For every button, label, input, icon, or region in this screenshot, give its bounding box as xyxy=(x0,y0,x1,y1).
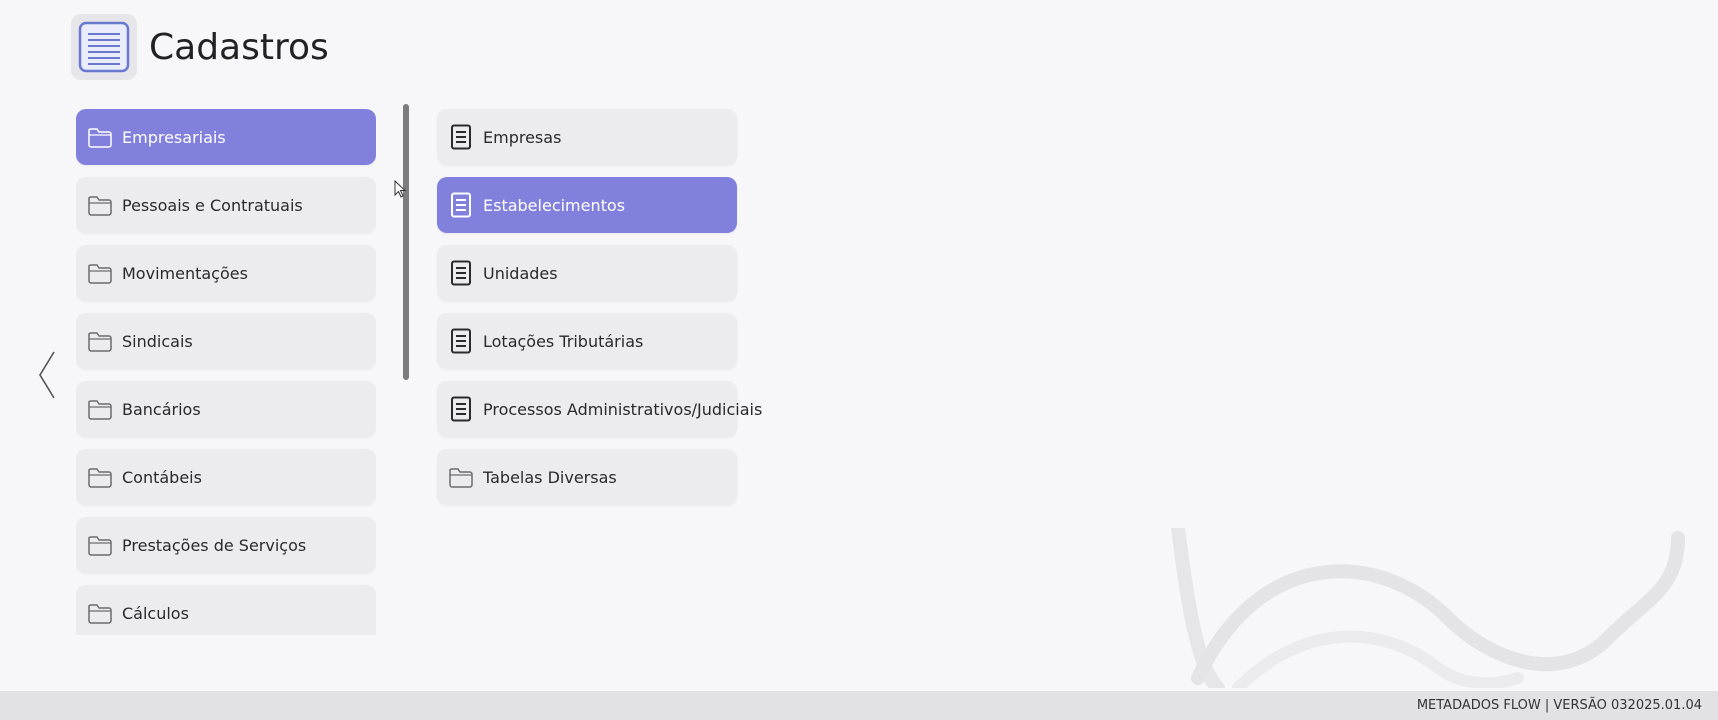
category-item-prestacoes-servicos[interactable]: Prestações de Serviços xyxy=(76,517,376,573)
subitem-empresas[interactable]: Empresas xyxy=(437,109,737,165)
document-list-icon xyxy=(71,14,137,80)
category-label: Sindicais xyxy=(122,331,193,351)
footer-bar: METADADOS FLOW | VERSÃO 032025.01.04 xyxy=(0,691,1718,720)
page-title: Cadastros xyxy=(149,26,329,68)
document-icon xyxy=(447,327,475,355)
subitem-estabelecimentos[interactable]: Estabelecimentos xyxy=(437,177,737,233)
folder-icon xyxy=(86,599,114,627)
category-item-sindicais[interactable]: Sindicais xyxy=(76,313,376,369)
subitem-label: Lotações Tributárias xyxy=(483,331,644,351)
folder-icon xyxy=(86,463,114,491)
category-label: Prestações de Serviços xyxy=(122,535,307,555)
subitem-label: Empresas xyxy=(483,127,562,147)
folder-icon xyxy=(86,327,114,355)
document-icon xyxy=(447,259,475,287)
folder-icon xyxy=(86,191,114,219)
subitem-label: Tabelas Diversas xyxy=(483,467,617,487)
folder-icon xyxy=(86,123,114,151)
category-label: Movimentações xyxy=(122,263,248,283)
category-label: Bancários xyxy=(122,399,201,419)
category-item-bancarios[interactable]: Bancários xyxy=(76,381,376,437)
subitem-label: Processos Administrativos/Judiciais xyxy=(483,399,763,419)
subitem-processos-administrativos-judiciais[interactable]: Processos Administrativos/Judiciais xyxy=(437,381,762,437)
subitem-lotacoes-tributarias[interactable]: Lotações Tributárias xyxy=(437,313,737,369)
document-icon xyxy=(447,123,475,151)
folder-icon xyxy=(86,395,114,423)
folder-icon xyxy=(86,531,114,559)
subitem-list: Empresas Estabelecimentos Unidades Lotaç… xyxy=(437,109,762,517)
version-text: METADADOS FLOW | VERSÃO 032025.01.04 xyxy=(1416,698,1702,713)
folder-icon xyxy=(86,259,114,287)
page-header: Cadastros xyxy=(71,14,329,80)
category-item-movimentacoes[interactable]: Movimentações xyxy=(76,245,376,301)
subitem-tabelas-diversas[interactable]: Tabelas Diversas xyxy=(437,449,737,505)
page: Cadastros Empresariais Pessoais e Contra… xyxy=(0,0,1718,720)
subitem-label: Unidades xyxy=(483,263,558,283)
category-item-calculos[interactable]: Cálculos xyxy=(76,585,376,635)
document-icon xyxy=(447,395,475,423)
subitem-label: Estabelecimentos xyxy=(483,195,626,215)
mouse-cursor-icon xyxy=(394,179,407,202)
subitem-unidades[interactable]: Unidades xyxy=(437,245,737,301)
category-item-contabeis[interactable]: Contábeis xyxy=(76,449,376,505)
back-arrow-icon[interactable] xyxy=(36,350,58,400)
category-scrollbar[interactable] xyxy=(403,104,409,380)
category-label: Contábeis xyxy=(122,467,202,487)
category-label: Cálculos xyxy=(122,603,189,623)
document-icon xyxy=(447,191,475,219)
category-list: Empresariais Pessoais e Contratuais Movi… xyxy=(76,109,376,635)
background-decoration xyxy=(1158,521,1718,695)
category-item-pessoais-contratuais[interactable]: Pessoais e Contratuais xyxy=(76,177,376,233)
category-label: Pessoais e Contratuais xyxy=(122,195,303,215)
category-label: Empresariais xyxy=(122,127,226,147)
folder-icon xyxy=(447,463,475,491)
category-item-empresariais[interactable]: Empresariais xyxy=(76,109,376,165)
